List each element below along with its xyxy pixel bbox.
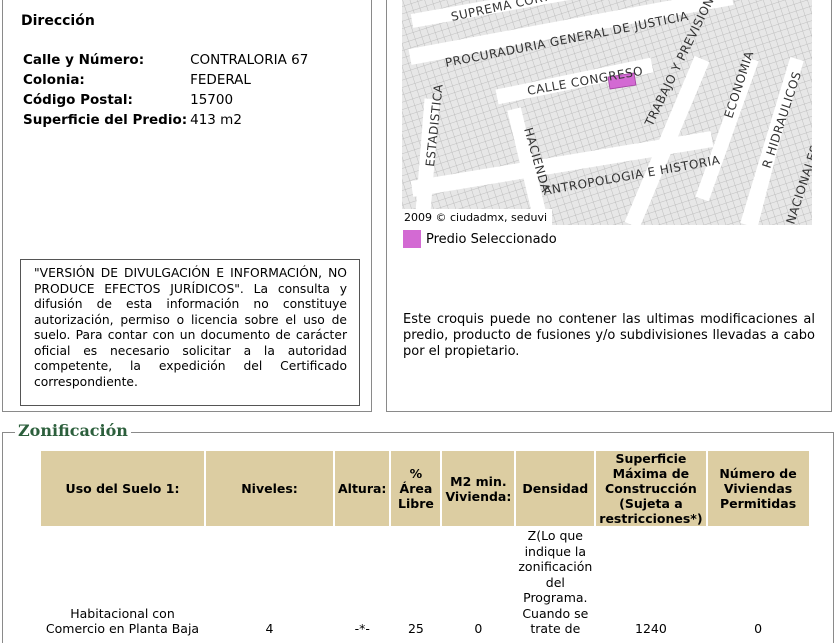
address-row: Calle y Número: CONTRALORIA 67 (23, 52, 311, 72)
col-densidad: Densidad (516, 451, 595, 526)
legend-label: Predio Seleccionado (426, 231, 557, 247)
address-row: Código Postal: 15700 (23, 92, 311, 112)
cell-niveles: 4 (265, 621, 274, 636)
zonificacion-section: Zonificación Uso del Suelo 1: Niveles: A… (2, 421, 834, 643)
cell-m2-min: 0 (474, 621, 483, 636)
col-m2-min: M2 min. Vivienda: (442, 451, 515, 526)
zonificacion-title: Zonificación (15, 421, 131, 440)
col-altura: Altura: (335, 451, 390, 526)
location-map[interactable]: SUPREMA CORTE PROCURADURIA GENERAL DE JU… (402, 0, 812, 225)
map-legend: Predio Seleccionado (403, 230, 557, 248)
field-value: 15700 (190, 92, 234, 108)
field-value: FEDERAL (190, 72, 251, 88)
map-copyright: 2009 © ciudadmx, seduvi (404, 211, 547, 224)
field-label: Superficie del Predio: (23, 112, 188, 128)
zonificacion-table: Uso del Suelo 1: Niveles: Altura: % Área… (39, 449, 811, 639)
field-value: CONTRALORIA 67 (190, 52, 309, 68)
address-table: Calle y Número: CONTRALORIA 67 Colonia: … (23, 52, 311, 132)
field-label: Código Postal: (23, 92, 133, 108)
col-area-libre: % Área Libre (391, 451, 441, 526)
col-num-viviendas: Número de Viviendas Permitidas (707, 451, 809, 526)
address-panel: Dirección Calle y Número: CONTRALORIA 67… (2, 0, 372, 412)
cell-area-libre: 25 (407, 621, 424, 636)
legal-notice: "VERSIÓN DE DIVULGACIÓN E INFORMACIÓN, N… (20, 259, 360, 406)
address-row: Colonia: FEDERAL (23, 72, 311, 92)
cell-densidad: Z(Lo que indique la zonificación del Pro… (518, 528, 593, 636)
map-canvas: SUPREMA CORTE PROCURADURIA GENERAL DE JU… (402, 0, 812, 225)
col-niveles: Niveles: (206, 451, 333, 526)
cell-num-viviendas: 0 (754, 621, 763, 636)
field-value: 413 m2 (190, 112, 242, 128)
field-label: Calle y Número: (23, 52, 145, 68)
croquis-note: Este croquis puede no contener las ultim… (403, 312, 815, 359)
cell-superficie-max: 1240 (635, 621, 667, 636)
col-uso-suelo: Uso del Suelo 1: (41, 451, 204, 526)
direccion-title: Dirección (21, 13, 95, 29)
field-label: Colonia: (23, 72, 85, 88)
cell-altura: -*- (354, 621, 370, 636)
legend-swatch (403, 230, 421, 248)
address-row: Superficie del Predio: 413 m2 (23, 112, 311, 132)
table-row: Habitacional con Comercio en Planta Baja… (41, 528, 809, 637)
cell-uso: Habitacional con Comercio en Planta Baja (45, 605, 200, 637)
map-panel: SUPREMA CORTE PROCURADURIA GENERAL DE JU… (386, 0, 832, 412)
col-superficie-max: Superficie Máxima de Construcción (Sujet… (596, 451, 706, 526)
table-header-row: Uso del Suelo 1: Niveles: Altura: % Área… (41, 451, 809, 526)
